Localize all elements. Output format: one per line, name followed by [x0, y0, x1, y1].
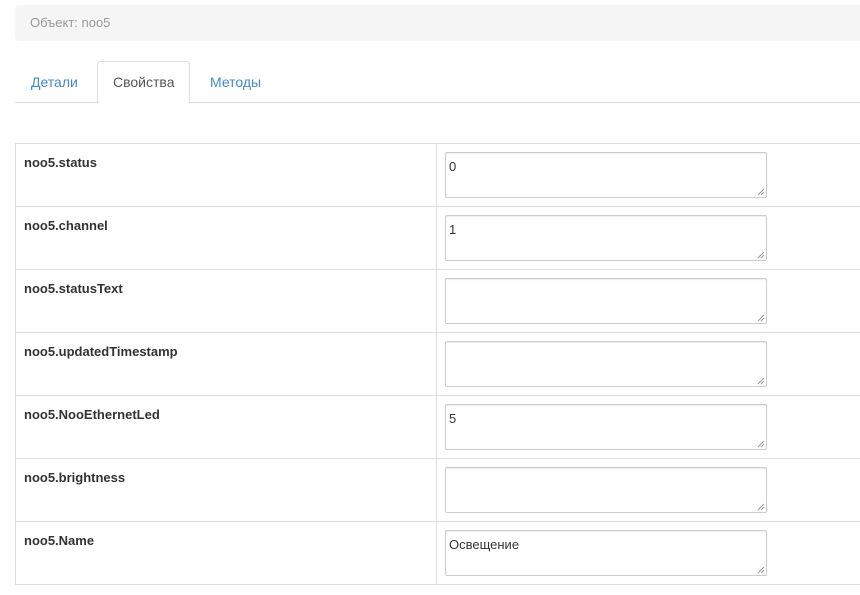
table-row: noo5.statusText — [15, 269, 860, 333]
resize-grip-icon[interactable] — [756, 439, 765, 448]
tab-properties[interactable]: Свойства — [97, 61, 191, 104]
tab-details[interactable]: Детали — [15, 61, 94, 103]
property-value-field[interactable]: 0 — [445, 152, 767, 198]
tab-bar: Детали Свойства Методы — [15, 61, 860, 104]
property-name: noo5.channel — [24, 218, 108, 233]
property-name: noo5.NooEthernetLed — [24, 407, 160, 422]
table-row: noo5.channel 1 — [15, 206, 860, 270]
property-name: noo5.brightness — [24, 470, 126, 485]
resize-grip-icon[interactable] — [756, 565, 765, 574]
resize-grip-icon[interactable] — [756, 502, 765, 511]
resize-grip-icon[interactable] — [756, 376, 765, 385]
breadcrumb: Объект: noo5 — [15, 5, 860, 41]
property-value-field[interactable] — [445, 278, 767, 324]
property-value: 0 — [449, 159, 457, 174]
property-value: 1 — [449, 222, 457, 237]
table-row: noo5.updatedTimestamp — [15, 332, 860, 396]
property-value-field[interactable]: 5 — [445, 404, 767, 450]
property-name: noo5.Name — [24, 533, 95, 548]
property-value-field[interactable] — [445, 467, 767, 513]
property-value: 5 — [449, 411, 457, 426]
table-row: noo5.brightness — [15, 458, 860, 522]
resize-grip-icon[interactable] — [756, 313, 765, 322]
resize-grip-icon[interactable] — [756, 187, 765, 196]
properties-table: noo5.status 0 noo5.channel 1 noo5.status… — [15, 143, 860, 585]
resize-grip-icon[interactable] — [756, 250, 765, 259]
table-row: noo5.Name Освещение — [15, 521, 860, 585]
property-value-field[interactable]: 1 — [445, 215, 767, 261]
property-name: noo5.status — [24, 155, 97, 170]
property-value-field[interactable] — [445, 341, 767, 387]
property-value: Освещение — [449, 537, 520, 552]
property-value-field[interactable]: Освещение — [445, 530, 767, 576]
tab-methods[interactable]: Методы — [194, 61, 277, 103]
property-name: noo5.statusText — [24, 281, 123, 296]
table-row: noo5.status 0 — [15, 143, 860, 207]
property-name: noo5.updatedTimestamp — [24, 344, 178, 359]
table-row: noo5.NooEthernetLed 5 — [15, 395, 860, 459]
